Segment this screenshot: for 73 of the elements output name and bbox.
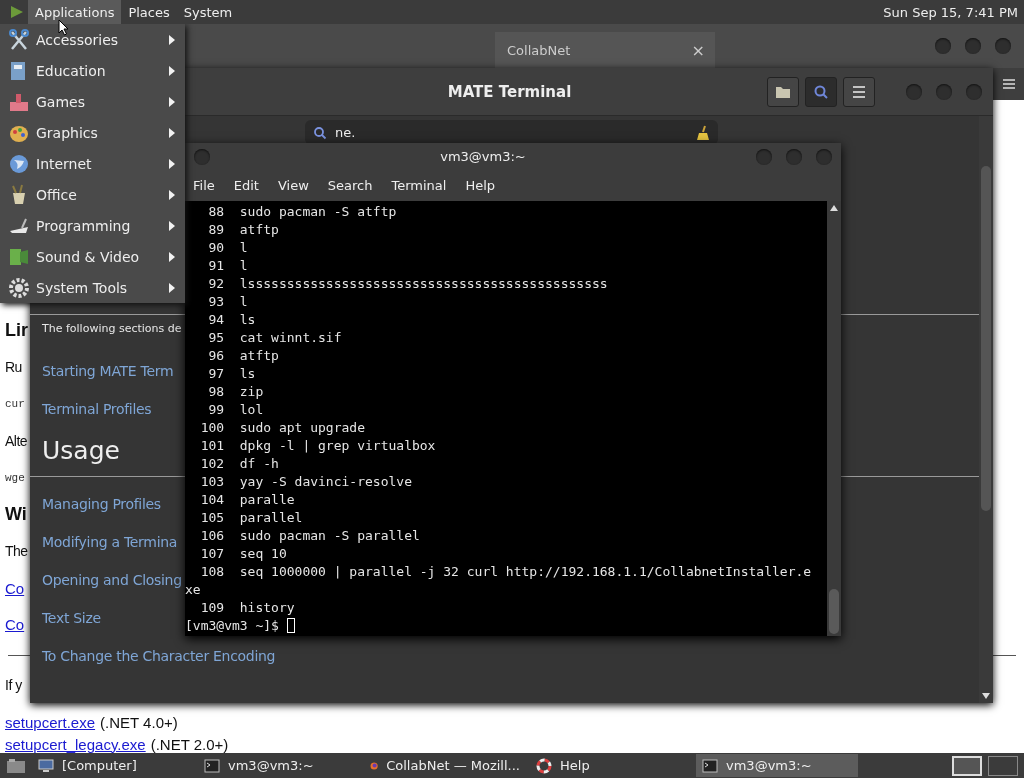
terminal-line: 105 parallel [199, 509, 304, 527]
menu-item[interactable]: Games [0, 86, 185, 117]
topic-link[interactable]: Opening and Closing [42, 561, 182, 599]
menu-item[interactable]: File [193, 178, 215, 193]
taskbar-button[interactable]: vm3@vm3:~ [198, 754, 360, 777]
topic-link[interactable]: Starting MATE Term [42, 352, 174, 390]
terminal-line: 90 l [207, 239, 249, 257]
page-heading: Lir [5, 319, 28, 341]
topic-link[interactable]: Text Size [42, 599, 101, 637]
intro-text: The following sections de [41, 321, 183, 337]
page-text: The [5, 543, 28, 560]
terminal-line: 103 yay -S davinci-resolve [199, 473, 413, 491]
menu-item[interactable]: Graphics [0, 117, 185, 148]
menu-item[interactable]: Search [327, 178, 373, 193]
terminal-line: 93 l [207, 293, 249, 311]
menu-item[interactable]: Help [465, 178, 496, 193]
panel-menu[interactable]: Applications [28, 0, 122, 24]
menu-item[interactable]: Sound & Video [0, 241, 185, 272]
topic-link[interactable]: Modifying a Termina [42, 523, 178, 561]
version-note: (.NET 4.0+) [100, 713, 178, 731]
topic-link[interactable]: Managing Profiles [42, 485, 161, 523]
terminal-line: 88 sudo pacman -S atftp [207, 203, 398, 221]
terminal-line: 104 paralle [199, 491, 296, 509]
menu-item[interactable]: View [277, 178, 309, 193]
clock: Sun Sep 15, 7:41 PM [883, 4, 1018, 20]
taskbar-button[interactable]: Help [530, 754, 692, 777]
taskbar-button[interactable]: vm3@vm3:~ [696, 754, 858, 777]
menu-item[interactable]: System Tools [0, 272, 185, 303]
terminal-line: 102 df -h [199, 455, 280, 473]
page-text: Ru [5, 359, 22, 376]
terminal-line: 99 lol [207, 401, 265, 419]
terminal-line: 97 ls [207, 365, 257, 383]
search-field[interactable]: ne. [305, 120, 718, 145]
terminal-line: 96 atftp [207, 347, 280, 365]
menu-item[interactable]: Education [0, 55, 185, 86]
terminal-line: 107 seq 10 [199, 545, 288, 563]
version-note: (.NET 2.0+) [150, 735, 229, 753]
terminal-line: 92 lssssssssssssssssssssssssssssssssssssssssssssss [207, 275, 609, 293]
terminal-line: 95 cat winnt.sif [207, 329, 343, 347]
topic-link[interactable]: To Change the Character Encoding [42, 637, 276, 675]
menu-item[interactable]: Terminal [391, 178, 447, 193]
browser-tab[interactable]: CollabNet × [495, 32, 715, 68]
page-text: Alte [5, 432, 28, 449]
section-heading: Usage [42, 436, 120, 467]
terminal-line: 91 l [207, 257, 249, 275]
terminal-line: 94 ls [207, 311, 257, 329]
code-text: wge [5, 471, 25, 484]
menu-item[interactable]: Edit [233, 178, 259, 193]
menu-item[interactable]: Internet [0, 148, 185, 179]
menu-item[interactable]: Programming [0, 210, 185, 241]
code-text: cur [5, 398, 25, 410]
window-title: MATE Terminal [447, 82, 572, 101]
menu-item[interactable]: Accessories [0, 24, 185, 55]
terminal-line: 100 sudo apt upgrade [199, 419, 366, 437]
page-heading: Wi [5, 503, 27, 525]
panel-menu[interactable]: Places [121, 0, 177, 24]
terminal-line: 101 dpkg -l | grep virtualbox [199, 437, 437, 455]
terminal-line: 106 sudo pacman -S parallel [199, 527, 421, 545]
window-title: vm3@vm3:~ [440, 149, 526, 164]
download-link[interactable]: setupcert_legacy.exe [5, 735, 146, 753]
download-link[interactable]: setupcert.exe [5, 713, 96, 731]
page-link[interactable]: Co [5, 579, 25, 597]
terminal-line: 89 atftp [207, 221, 280, 239]
taskbar-button[interactable]: [Computer] [32, 754, 194, 777]
page-link[interactable]: Co [5, 616, 25, 634]
terminal-line: 98 zip [207, 383, 265, 401]
panel-menu[interactable]: System [176, 0, 240, 24]
taskbar-button[interactable]: CollabNet — Mozill... [364, 754, 526, 777]
shell-prompt: [vm3@vm3 ~]$ [185, 618, 279, 633]
terminal-line: 109 history [199, 599, 296, 617]
topic-link[interactable]: Terminal Profiles [42, 390, 152, 428]
menu-item[interactable]: Office [0, 179, 185, 210]
page-text: If y [5, 676, 22, 693]
